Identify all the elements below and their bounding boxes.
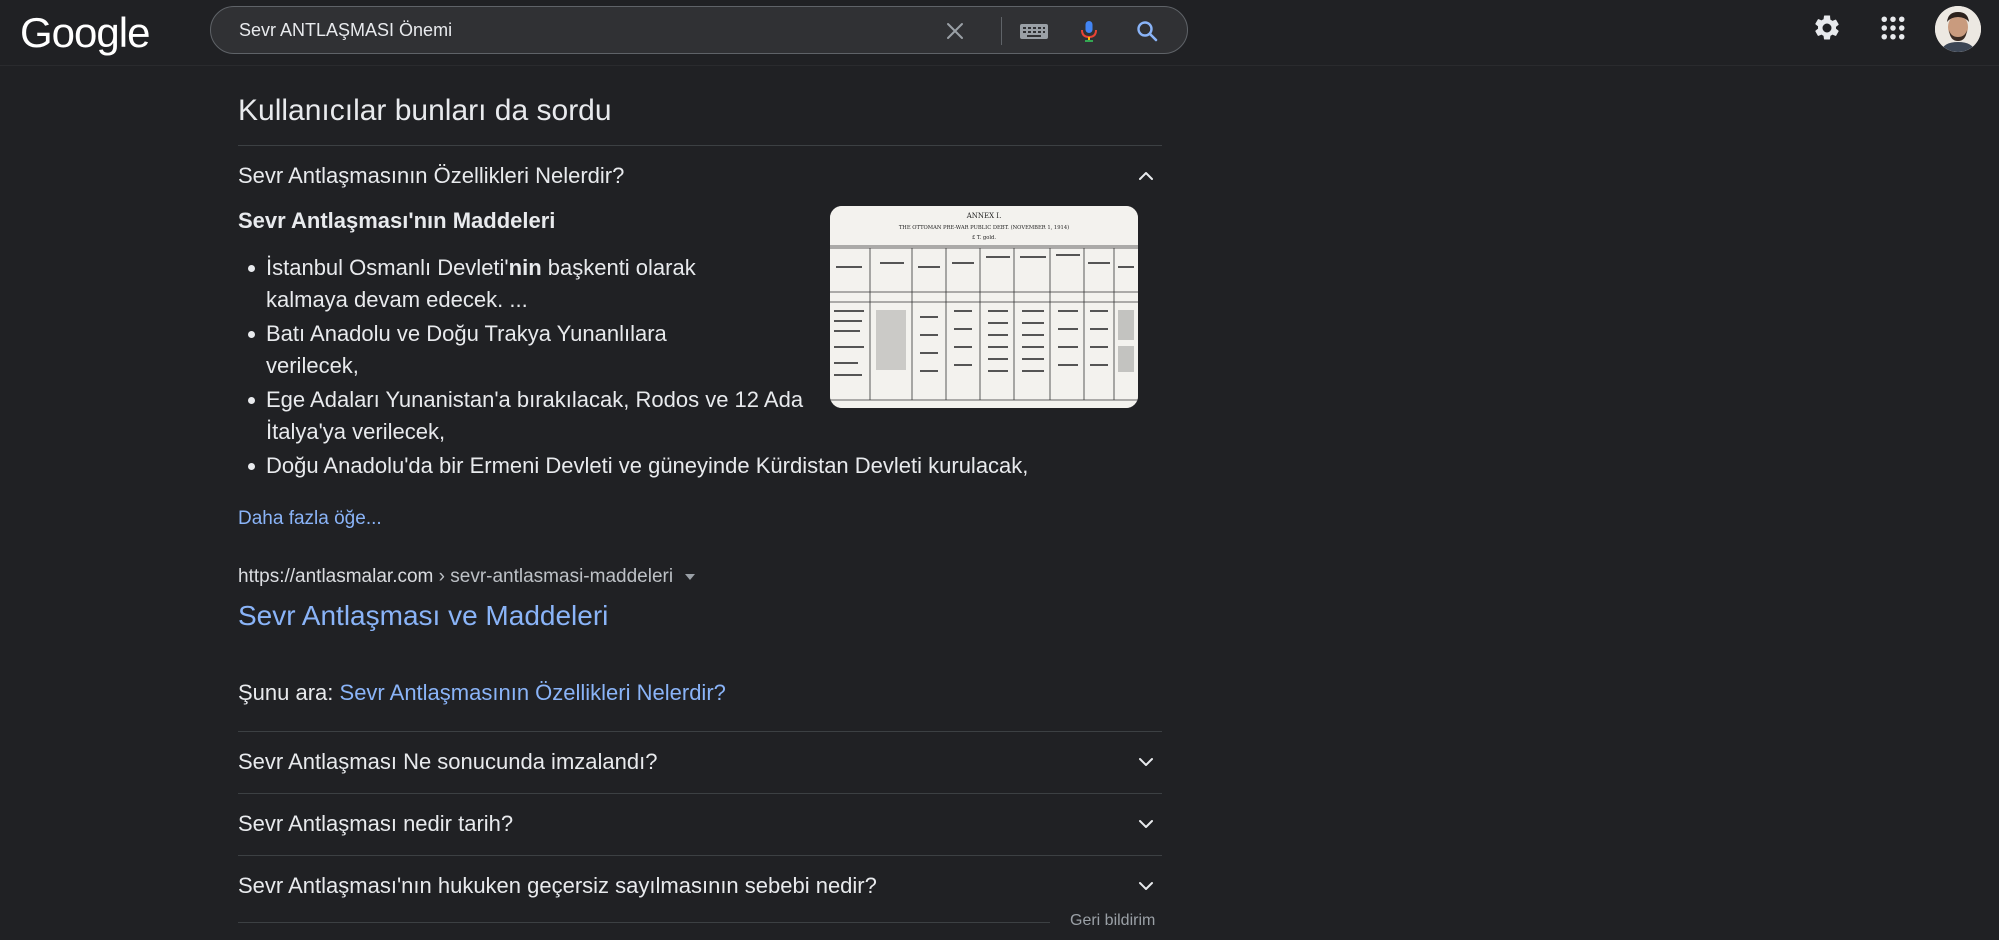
- question-collapsed[interactable]: Sevr Antlaşması Ne sonucunda imzalandı?: [238, 732, 1162, 792]
- search-box[interactable]: [210, 6, 1188, 54]
- image-caption-line: ANNEX I.: [966, 212, 1002, 220]
- keyboard-icon[interactable]: [1019, 19, 1049, 43]
- chevron-down-icon[interactable]: [1134, 874, 1158, 898]
- search-for-row: Şunu ara: Sevr Antlaşmasının Özellikleri…: [238, 680, 726, 706]
- search-icon[interactable]: [1135, 19, 1159, 43]
- avatar[interactable]: [1935, 6, 1981, 52]
- list-item: İstanbul Osmanlı Devleti'nin başkenti ol…: [248, 252, 736, 316]
- question-collapsed[interactable]: Sevr Antlaşması'nın hukuken geçersiz say…: [238, 856, 1162, 916]
- google-logo[interactable]: Google: [20, 8, 150, 58]
- list-item-text: Ege Adaları Yunanistan'a bırakılacak, Ro…: [266, 387, 804, 444]
- list-item-text: Batı Anadolu ve Doğu Trakya Yunanlılara …: [266, 321, 667, 378]
- search-box-divider: [1001, 17, 1002, 45]
- question-expanded[interactable]: Sevr Antlaşmasının Özellikleri Nelerdir?: [238, 146, 1162, 206]
- image-caption-line: £ T. gold.: [972, 235, 996, 241]
- search-for-label: Şunu ara:: [238, 680, 340, 705]
- gear-icon[interactable]: [1812, 13, 1842, 43]
- list-item: Doğu Anadolu'da bir Ermeni Devleti ve gü…: [248, 450, 1126, 482]
- question-text: Sevr Antlaşması nedir tarih?: [238, 811, 514, 836]
- question-text: Sevr Antlaşmasının Özellikleri Nelerdir?: [238, 163, 625, 188]
- scanned-document-thumbnail: ANNEX I. THE OTTOMAN PRE-WAR PUBLIC DEBT…: [830, 206, 1138, 408]
- chevron-down-icon[interactable]: [1134, 812, 1158, 836]
- more-items-link[interactable]: Daha fazla öğe...: [238, 508, 382, 530]
- caret-down-icon[interactable]: [685, 573, 696, 580]
- image-caption-line: THE OTTOMAN PRE-WAR PUBLIC DEBT. (NOVEMB…: [899, 224, 1069, 231]
- question-text: Sevr Antlaşması Ne sonucunda imzalandı?: [238, 749, 658, 774]
- profile-photo: [1935, 6, 1981, 52]
- answer-heading: Sevr Antlaşması'nın Maddeleri: [238, 208, 556, 233]
- list-item-text: Doğu Anadolu'da bir Ermeni Devleti ve gü…: [266, 453, 1029, 478]
- feedback-link[interactable]: Geri bildirim: [1070, 912, 1155, 930]
- section-title: Kullanıcılar bunları da sordu: [238, 94, 612, 127]
- apps-grid-icon[interactable]: [1878, 13, 1908, 43]
- chevron-up-icon[interactable]: [1134, 164, 1158, 188]
- question-collapsed[interactable]: Sevr Antlaşması nedir tarih?: [238, 794, 1162, 854]
- list-item-bold-text: nin: [508, 255, 542, 280]
- microphone-icon[interactable]: [1077, 19, 1101, 43]
- search-input[interactable]: [239, 7, 939, 53]
- result-domain: https://antlasmalar.com: [238, 566, 434, 587]
- result-path: › sevr-antlasmasi-maddeleri: [433, 566, 674, 587]
- search-for-link[interactable]: Sevr Antlaşmasının Özellikleri Nelerdir?: [340, 680, 726, 705]
- close-icon[interactable]: [943, 19, 967, 43]
- chevron-down-icon[interactable]: [1134, 750, 1158, 774]
- answer-image[interactable]: ANNEX I. THE OTTOMAN PRE-WAR PUBLIC DEBT…: [830, 206, 1138, 408]
- result-title-link[interactable]: Sevr Antlaşması ve Maddeleri: [238, 600, 608, 632]
- divider: [238, 922, 1050, 923]
- question-text: Sevr Antlaşması'nın hukuken geçersiz say…: [238, 873, 877, 898]
- list-item: Ege Adaları Yunanistan'a bırakılacak, Ro…: [248, 384, 806, 448]
- list-item-text: İstanbul Osmanlı Devleti': [266, 255, 509, 280]
- result-url[interactable]: https://antlasmalar.com › sevr-antlasmas…: [238, 566, 696, 588]
- list-item: Batı Anadolu ve Doğu Trakya Yunanlılara …: [248, 318, 736, 382]
- top-bar: Google: [0, 0, 1999, 66]
